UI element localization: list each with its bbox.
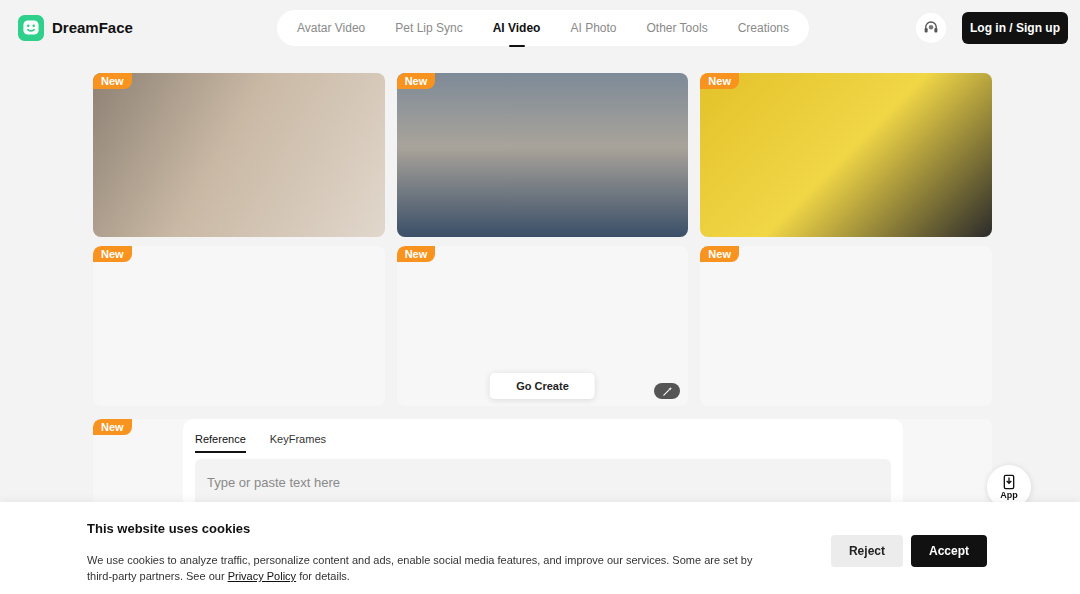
gallery-card[interactable]: New [93,73,385,237]
headset-icon [922,19,940,37]
accept-button[interactable]: Accept [911,535,987,567]
header-actions: Log in / Sign up [809,12,1068,44]
nav-item[interactable]: Avatar Video [297,15,365,41]
reject-button[interactable]: Reject [831,535,903,567]
cookie-title: This website uses cookies [87,519,757,539]
privacy-policy-link[interactable]: Privacy Policy [228,570,296,582]
login-button[interactable]: Log in / Sign up [962,12,1068,44]
gallery-card[interactable]: New [93,246,385,406]
prompt-tab[interactable]: Reference [195,431,246,453]
prompt-tab[interactable]: KeyFrames [270,431,326,453]
cookie-banner: This website uses cookies We use cookies … [0,502,1080,594]
prompt-tabs: Reference KeyFrames [195,431,891,453]
logo-icon [18,15,44,41]
download-app-icon [1001,474,1017,490]
gallery-card[interactable]: New [700,73,992,237]
support-button[interactable] [916,13,946,43]
cookie-text: We use cookies to analyze traffic, perso… [87,552,757,584]
new-badge: New [700,246,739,262]
go-create-button[interactable]: Go Create [490,373,595,400]
cookie-text-start: We use cookies to analyze traffic, perso… [87,554,752,582]
logo-text: DreamFace [52,17,133,40]
main-nav: Avatar Video Pet Lip Sync AI Video AI Photo… [277,10,809,46]
top-bar: DreamFace Avatar Video Pet Lip Sync AI Vide… [0,0,1080,56]
app-label: App [1000,490,1018,500]
cookie-message: This website uses cookies We use cookies … [87,519,757,585]
nav-item[interactable]: Other Tools [646,15,707,41]
nav-item[interactable]: Pet Lip Sync [395,15,462,41]
logo[interactable]: DreamFace [18,15,277,41]
new-badge: New [93,419,132,435]
new-badge: New [93,73,132,89]
cookie-text-end: for details. [296,570,350,582]
gallery-card[interactable]: New [397,73,689,237]
nav-item[interactable]: AI Photo [570,15,616,41]
gallery-card[interactable]: New [700,246,992,406]
new-badge: New [93,246,132,262]
nav-item[interactable]: Creations [738,15,789,41]
new-badge: New [397,73,436,89]
magic-wand-icon [662,386,673,397]
new-badge: New [700,73,739,89]
gallery-card[interactable]: New Go Create [397,246,689,406]
nav-item[interactable]: AI Video [493,15,541,41]
cookie-actions: RejectAccept [831,535,987,567]
magic-button[interactable] [654,383,680,399]
new-badge: New [397,246,436,262]
